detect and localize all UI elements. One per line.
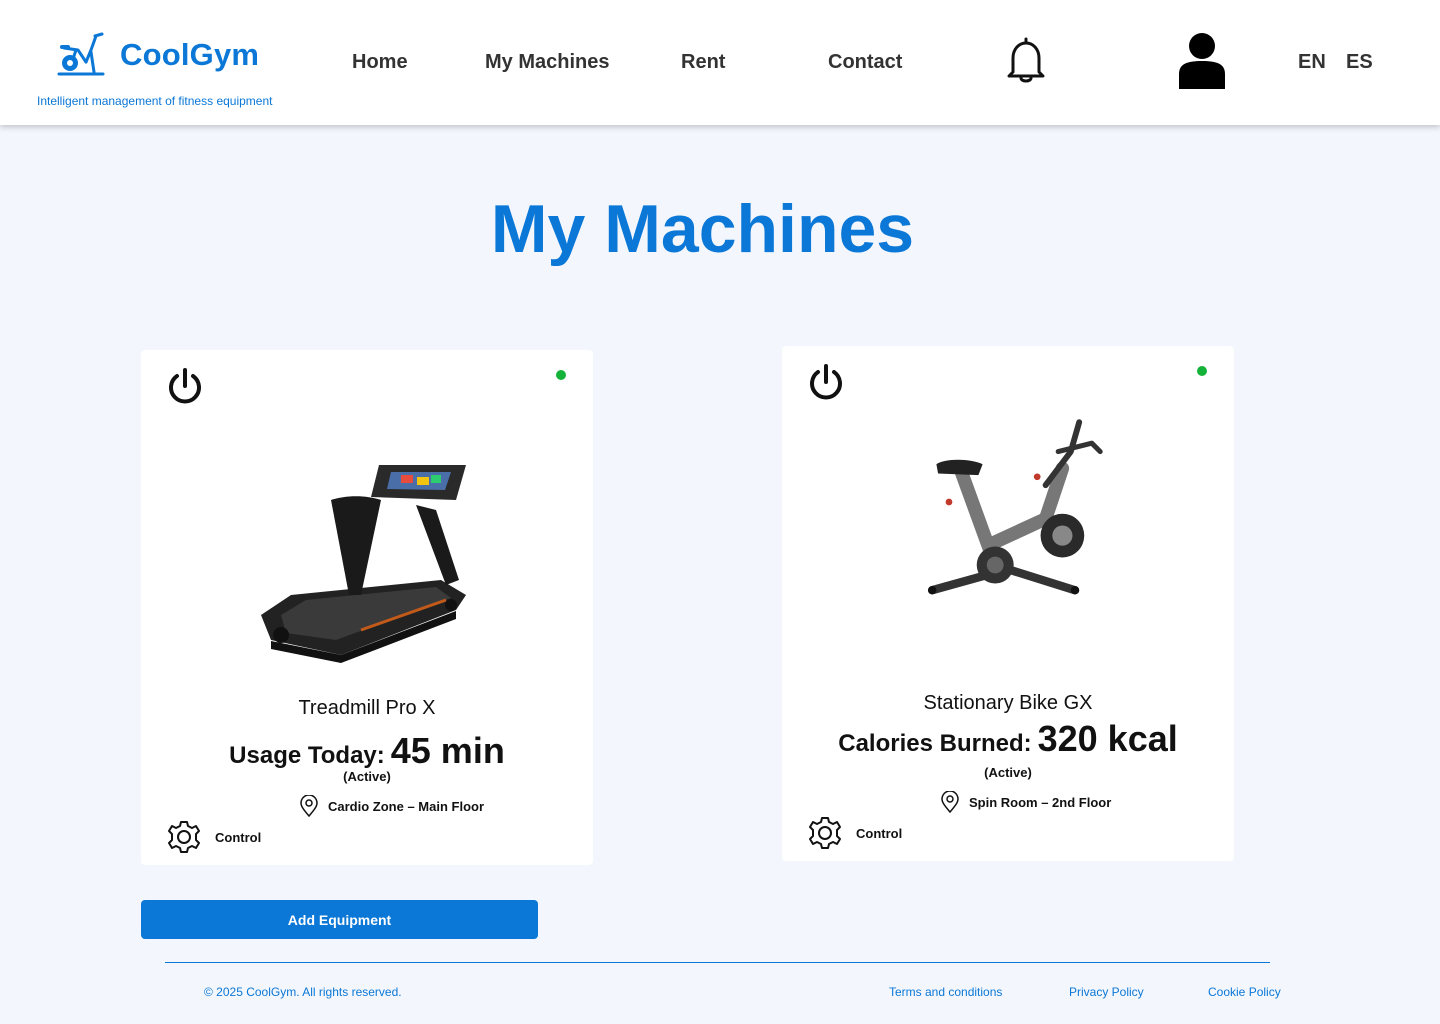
nav-my-machines[interactable]: My Machines bbox=[485, 51, 609, 74]
stat-value: 320 kcal bbox=[1037, 718, 1178, 759]
power-icon[interactable] bbox=[807, 363, 845, 401]
treadmill-image bbox=[261, 465, 466, 663]
machine-stat: Usage Today: 45 min bbox=[141, 730, 593, 772]
power-icon[interactable] bbox=[166, 367, 204, 405]
header: CoolGym Intelligent management of fitnes… bbox=[0, 0, 1440, 125]
bell-icon[interactable] bbox=[1005, 36, 1047, 86]
location-text: Cardio Zone – Main Floor bbox=[328, 798, 485, 814]
machine-card: Treadmill Pro X Usage Today: 45 min (Acti… bbox=[141, 350, 593, 865]
control-label: Control bbox=[215, 829, 262, 845]
brand-name: CoolGym bbox=[120, 37, 260, 72]
page-title: My Machines bbox=[490, 191, 915, 267]
copyright: © 2025 CoolGym. All rights reserved. bbox=[204, 985, 402, 999]
nav-contact[interactable]: Contact bbox=[828, 51, 902, 74]
control-button[interactable]: Control bbox=[167, 820, 261, 854]
stationary-bike-image bbox=[928, 419, 1103, 595]
gear-icon bbox=[168, 821, 200, 853]
add-equipment-button[interactable]: Add Equipment bbox=[141, 900, 538, 939]
machine-stat: Calories Burned: 320 kcal bbox=[782, 718, 1234, 760]
stat-label: Calories Burned: bbox=[838, 730, 1032, 757]
machine-location: Spin Room – 2nd Floor bbox=[940, 791, 1111, 813]
control-label: Control bbox=[856, 825, 903, 841]
status-indicator bbox=[556, 370, 566, 380]
location-pin-icon bbox=[300, 795, 318, 817]
footer-divider bbox=[165, 962, 1270, 963]
tagline: Intelligent management of fitness equipm… bbox=[37, 94, 273, 108]
location-text: Spin Room – 2nd Floor bbox=[969, 794, 1112, 810]
lang-es[interactable]: ES bbox=[1346, 51, 1373, 74]
lang-en[interactable]: EN bbox=[1298, 51, 1326, 74]
stat-label: Usage Today: bbox=[229, 742, 385, 769]
nav-rent[interactable]: Rent bbox=[681, 51, 725, 74]
footer-link-privacy[interactable]: Privacy Policy bbox=[1069, 985, 1144, 999]
machine-name: Treadmill Pro X bbox=[298, 697, 436, 719]
exercise-bike-icon bbox=[57, 32, 105, 76]
machine-location: Cardio Zone – Main Floor bbox=[299, 795, 484, 817]
nav-home[interactable]: Home bbox=[352, 51, 408, 74]
user-icon[interactable] bbox=[1178, 32, 1226, 90]
gear-icon bbox=[809, 817, 841, 849]
machine-card: Stationary Bike GX Calories Burned: 320 k… bbox=[782, 346, 1234, 861]
footer-link-cookies[interactable]: Cookie Policy bbox=[1208, 985, 1281, 999]
status-text: (Active) bbox=[984, 765, 1032, 780]
stat-value: 45 min bbox=[390, 730, 505, 771]
logo[interactable]: CoolGym bbox=[56, 32, 259, 78]
status-indicator bbox=[1197, 366, 1207, 376]
machine-name: Stationary Bike GX bbox=[923, 692, 1093, 714]
control-button[interactable]: Control bbox=[808, 816, 902, 850]
location-pin-icon bbox=[941, 791, 959, 813]
footer-link-terms[interactable]: Terms and conditions bbox=[889, 985, 1002, 999]
status-text: (Active) bbox=[343, 769, 391, 784]
